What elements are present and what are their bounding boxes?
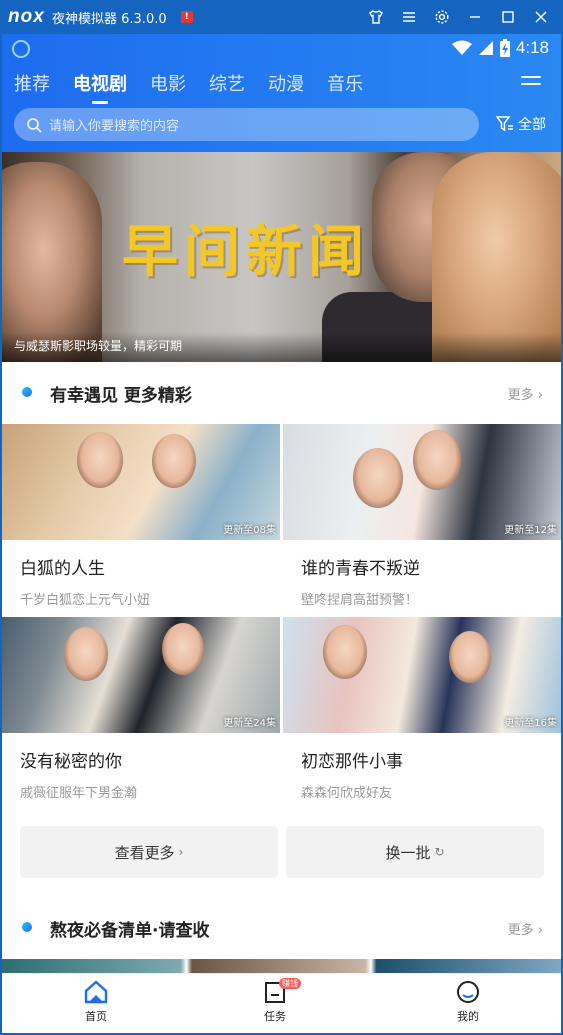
chevron-right-icon: › xyxy=(537,923,543,938)
bottom-nav: 首页 赚钱 任务 我的 xyxy=(2,973,561,1033)
window-controls xyxy=(359,0,557,34)
show-thumbnail: 更新至12集 xyxy=(283,424,561,540)
show-subtitle: 千岁白狐恋上元气小妞 xyxy=(20,593,151,608)
show-thumbnail: 更新至08集 xyxy=(2,424,280,540)
emulator-titlebar: nox 夜神模拟器 6.3.0.0 ! xyxy=(0,0,563,34)
banner-title: 早间新闻 xyxy=(122,220,370,285)
show-thumbnail: 更新至16集 xyxy=(283,617,561,733)
minimize-icon[interactable] xyxy=(458,0,491,34)
tab-recommend[interactable]: 推荐 xyxy=(14,70,50,96)
profile-icon xyxy=(457,981,479,1003)
show-card[interactable]: 更新至16集 初恋那件小事 森森何欣成好友 xyxy=(283,617,561,801)
show-title: 初恋那件小事 xyxy=(301,752,403,772)
alert-icon[interactable]: ! xyxy=(180,11,193,23)
signal-icon xyxy=(478,41,493,55)
window-title: 夜神模拟器 6.3.0.0 xyxy=(52,11,167,27)
search-icon xyxy=(27,117,42,133)
section-title: 有幸遇见 更多精彩 xyxy=(50,386,192,406)
show-subtitle: 戚薇征服年下男金瀚 xyxy=(20,786,138,801)
shirt-icon[interactable] xyxy=(359,0,392,34)
wifi-icon xyxy=(451,40,472,55)
refresh-batch-button[interactable]: 换一批 ↻ xyxy=(286,826,544,878)
filter-label: 全部 xyxy=(518,117,546,133)
header-area: 4:18 推荐 电视剧 电影 综艺 动漫 音乐 请输入你要搜索的内容 全部 xyxy=(2,34,561,152)
section-dot-icon xyxy=(22,387,32,397)
nox-logo: nox xyxy=(8,6,45,27)
more-link[interactable]: 更多 › xyxy=(508,919,543,938)
tab-movies[interactable]: 电影 xyxy=(150,70,186,96)
hamburger-icon[interactable] xyxy=(521,76,541,90)
nav-tasks[interactable]: 赚钱 任务 xyxy=(235,978,315,1024)
filter-button[interactable]: 全部 xyxy=(496,114,546,134)
episode-badge: 更新至24集 xyxy=(223,718,276,729)
show-thumbnail: 更新至24集 xyxy=(2,617,280,733)
show-subtitle: 森森何欣成好友 xyxy=(301,786,393,801)
show-subtitle: 壁咚捏肩高甜预警！ xyxy=(301,593,419,608)
search-input[interactable]: 请输入你要搜索的内容 xyxy=(14,108,479,141)
filter-icon xyxy=(496,116,513,132)
tab-music[interactable]: 音乐 xyxy=(327,70,363,96)
task-badge: 赚钱 xyxy=(279,978,301,989)
hero-banner[interactable]: 早间新闻 与威瑟斯影职场较量，精彩可期 xyxy=(2,152,561,362)
close-icon[interactable] xyxy=(524,0,557,34)
banner-caption: 与威瑟斯影职场较量，精彩可期 xyxy=(14,339,183,353)
refresh-icon: ↻ xyxy=(434,845,445,859)
episode-badge: 更新至12集 xyxy=(504,525,557,536)
tab-anime[interactable]: 动漫 xyxy=(268,70,304,96)
show-card[interactable]: 更新至24集 没有秘密的你 戚薇征服年下男金瀚 xyxy=(2,617,280,801)
chevron-right-icon: › xyxy=(537,388,543,403)
status-time: 4:18 xyxy=(515,38,549,57)
tab-variety[interactable]: 综艺 xyxy=(209,70,245,96)
show-title: 白狐的人生 xyxy=(20,559,105,579)
nav-home[interactable]: 首页 xyxy=(56,980,136,1024)
section-header-late-night: 熬夜必备清单·请查收 更多 › xyxy=(2,908,561,948)
gear-icon[interactable] xyxy=(425,0,458,34)
search-placeholder: 请输入你要搜索的内容 xyxy=(49,119,180,134)
status-bar: 4:18 xyxy=(2,34,561,64)
more-link[interactable]: 更多 › xyxy=(508,384,543,403)
battery-icon xyxy=(499,39,510,57)
app-notification-icon xyxy=(12,40,30,58)
section-header-featured: 有幸遇见 更多精彩 更多 › xyxy=(2,373,561,413)
see-more-button[interactable]: 查看更多 › xyxy=(20,826,278,878)
home-icon xyxy=(84,980,108,1004)
show-card[interactable]: 更新至12集 谁的青春不叛逆 壁咚捏肩高甜预警！ xyxy=(283,424,561,608)
show-title: 没有秘密的你 xyxy=(20,752,122,772)
episode-badge: 更新至08集 xyxy=(223,525,276,536)
show-card[interactable]: 更新至08集 白狐的人生 千岁白狐恋上元气小妞 xyxy=(2,424,280,608)
menu-icon[interactable] xyxy=(392,0,425,34)
category-tabs: 推荐 电视剧 电影 综艺 动漫 音乐 xyxy=(14,70,386,104)
tab-tv-series[interactable]: 电视剧 xyxy=(73,70,127,104)
maximize-icon[interactable] xyxy=(491,0,524,34)
chevron-right-icon: › xyxy=(178,845,184,859)
episode-badge: 更新至16集 xyxy=(504,718,557,729)
section-dot-icon xyxy=(22,922,32,932)
show-title: 谁的青春不叛逆 xyxy=(301,559,420,579)
android-screen: 4:18 推荐 电视剧 电影 综艺 动漫 音乐 请输入你要搜索的内容 全部 早间… xyxy=(2,34,561,1033)
nav-profile[interactable]: 我的 xyxy=(428,980,508,1024)
thumbnail-strip[interactable] xyxy=(2,959,561,973)
section-title: 熬夜必备清单·请查收 xyxy=(50,921,210,941)
